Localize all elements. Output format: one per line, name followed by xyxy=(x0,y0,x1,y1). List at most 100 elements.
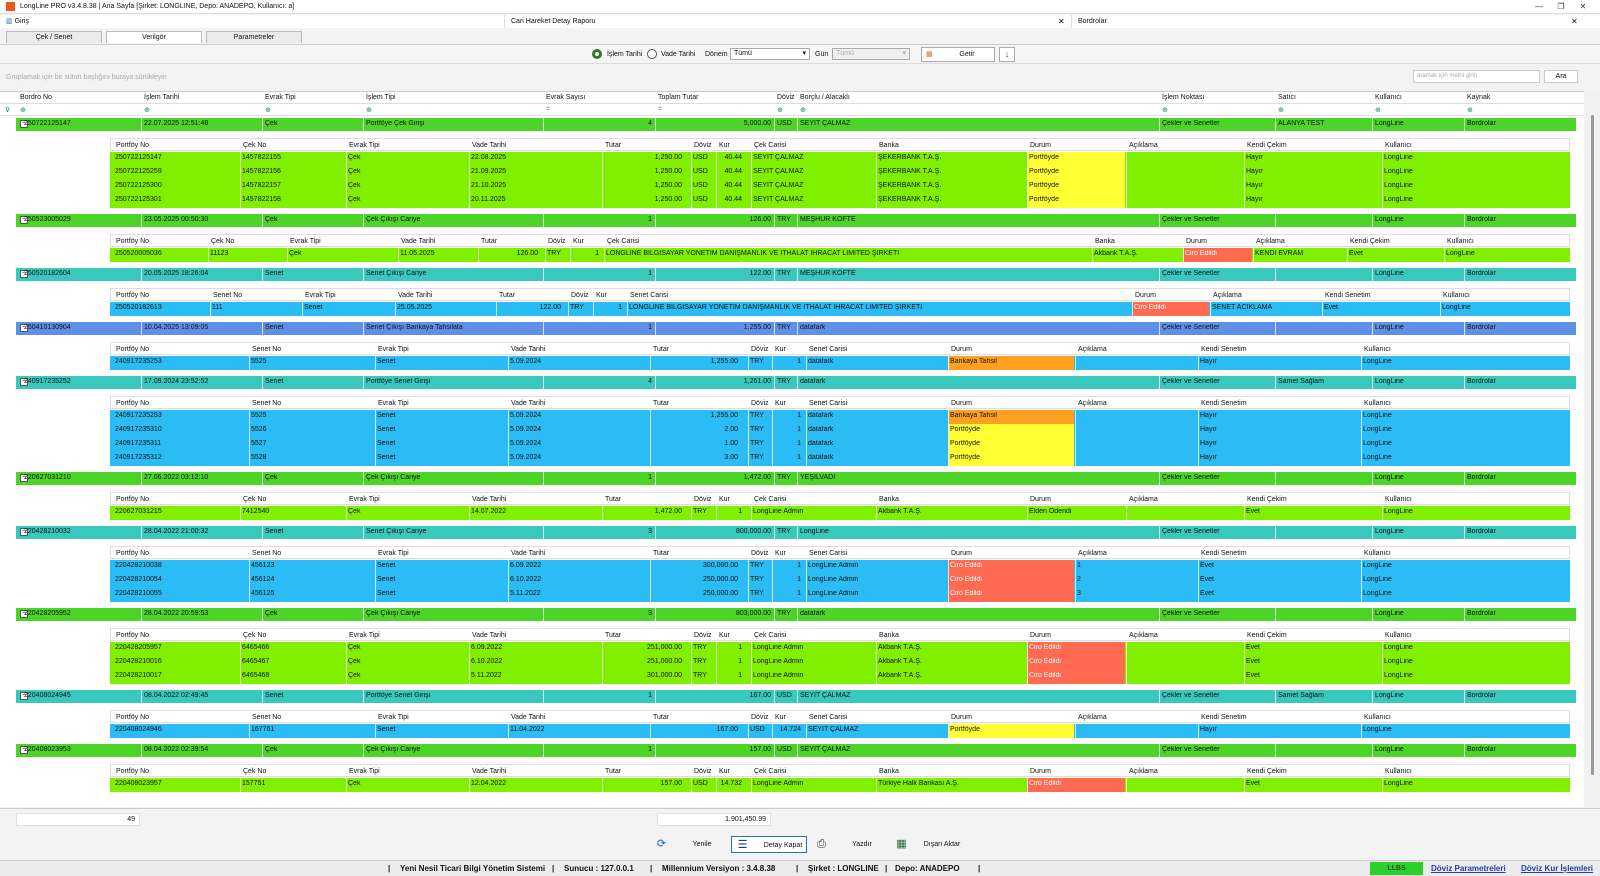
master-row[interactable]: −250523005029 23.05.2025 00:50:30 Çek Çek Ç… xyxy=(16,214,1576,227)
detail-row[interactable]: 250520005036 11123 Çek 11.05.2025 126.00 TRY 1… xyxy=(110,248,1570,262)
detail-cell: 1 xyxy=(797,426,801,433)
subtab-verilgor[interactable]: Verilgör xyxy=(106,31,202,43)
detail-row[interactable]: 240917235310 5526 Senet 5.09.2024 2.00 TRY 1 da… xyxy=(110,424,1570,438)
filter-cell-icon[interactable]: ⊕ xyxy=(777,106,783,114)
filter-cell-icon[interactable]: ⊕ xyxy=(1278,106,1284,114)
close-tab-icon[interactable]: ✕ xyxy=(1058,15,1065,28)
detail-column-header: Kur xyxy=(775,346,786,353)
detail-row[interactable]: 220627031215 7412540 Çek 14.07.2022 1,472.00… xyxy=(110,506,1570,520)
cell-divider xyxy=(876,506,877,520)
minimize-icon[interactable]: — xyxy=(1532,1,1546,13)
cell-divider xyxy=(797,214,798,227)
filter-icon[interactable]: ⊽ xyxy=(5,106,10,114)
detail-row[interactable]: 250722125259 1457822156 Çek 21.09.2025 1,250… xyxy=(110,166,1570,180)
cell-divider xyxy=(751,166,752,180)
column-header: İşlem Noktası xyxy=(1162,94,1205,101)
filter-cell-icon[interactable]: ⊕ xyxy=(1162,106,1168,114)
vertical-scrollbar[interactable] xyxy=(1584,91,1600,807)
detail-column-header: Tutar xyxy=(499,292,516,299)
filter-cell-icon[interactable]: ⊕ xyxy=(1375,106,1381,114)
tab-cari-hareket[interactable]: Cari Hareket Detay Raporu ✕ xyxy=(505,15,1072,28)
cell-divider xyxy=(141,376,142,389)
detail-cell: 6465466 xyxy=(242,644,270,651)
detail-row[interactable]: 220428210016 6465467 Çek 6.10.2022 251,000.0… xyxy=(110,656,1570,670)
cell-divider xyxy=(691,778,692,792)
tab-bordrolar[interactable]: Bordrolar ✕ xyxy=(1072,15,1600,28)
master-row[interactable]: −250520182604 20.05.2025 18:26:04 Senet Sen… xyxy=(16,268,1576,281)
detail-cell: 456123 xyxy=(251,562,275,569)
detail-row[interactable]: 240917235311 5527 Senet 5.09.2024 1.00 TRY 1 da… xyxy=(110,438,1570,452)
detail-row[interactable]: 220428210038 456123 Senet 6.09.2022 300,000.… xyxy=(110,560,1570,574)
cell-divider xyxy=(1372,268,1373,281)
islem-tarihi-radio[interactable] xyxy=(592,49,602,59)
filter-cell-icon[interactable]: ⊕ xyxy=(20,106,26,114)
detail-row[interactable]: 250520182613 111 Senet 25.05.2025 122.00 TRY 1… xyxy=(110,302,1570,316)
detay-kapat-button[interactable]: ☰ Detay Kapat xyxy=(731,836,807,853)
search-button[interactable]: Ara xyxy=(1544,70,1578,83)
master-cell: LongLine xyxy=(1375,324,1404,331)
detail-row[interactable]: 220428210055 456125 Senet 5.11.2022 250,000.… xyxy=(110,588,1570,602)
disari-aktar-button[interactable]: ▦ Dışarı Aktar xyxy=(891,836,967,853)
close-tab-icon[interactable]: ✕ xyxy=(1571,15,1578,28)
filter-cell-icon[interactable]: = xyxy=(546,106,550,113)
detail-cell: Ciro Edildi xyxy=(950,576,982,583)
cell-divider xyxy=(655,214,656,227)
subtab-parametreler[interactable]: Parametreler xyxy=(206,31,302,43)
cell-divider xyxy=(249,588,250,602)
detail-row[interactable]: 250722125300 1457822157 Çek 21.10.2025 1,250… xyxy=(110,180,1570,194)
filter-cell-icon[interactable]: ⊕ xyxy=(366,106,372,114)
detail-row[interactable]: 220428210017 6465468 Çek 5.11.2022 301,000.0… xyxy=(110,670,1570,684)
detail-row[interactable]: 240917235253 5525 Senet 5.09.2024 1,255.00 TR… xyxy=(110,356,1570,370)
detail-row[interactable]: 240917235253 5525 Senet 5.09.2024 1,255.00 TR… xyxy=(110,410,1570,424)
arrow-down-icon[interactable]: ↓ xyxy=(999,47,1015,62)
cell-divider xyxy=(774,690,775,703)
master-row[interactable]: −250722125147 22.07.2025 12:51:48 Çek Portf… xyxy=(16,118,1576,131)
detail-column-header: Portföy No xyxy=(116,714,150,721)
detail-row[interactable]: 220408024946 167761 Senet 11.04.2022 167.00 U… xyxy=(110,724,1570,738)
yazdir-button[interactable]: ⎙ Yazdır xyxy=(811,836,887,853)
doviz-kur-islemleri-link[interactable]: Döviz Kur İşlemleri xyxy=(1521,864,1593,873)
refresh-icon: ⟳ xyxy=(656,838,667,850)
detail-row[interactable]: 250722125147 1457822155 Çek 22.08.2025 1,250… xyxy=(110,152,1570,166)
master-row[interactable]: −220627031210 27.06.2022 03:12:10 Çek Çek Ç… xyxy=(16,472,1576,485)
gun-select[interactable]: Tümü ▾ xyxy=(832,48,910,60)
master-row[interactable]: −220408024945 08.04.2022 02:49:45 Senet Por… xyxy=(16,690,1576,703)
master-row[interactable]: −220408023953 08.04.2022 02:39:54 Çek Çek Ç… xyxy=(16,744,1576,757)
doviz-parametreleri-link[interactable]: Döviz Parametreleri xyxy=(1431,864,1506,873)
cell-divider xyxy=(1464,214,1465,227)
detail-cell: LongLine xyxy=(1384,168,1413,175)
master-row[interactable]: −220428205952 28.04.2022 20:59:53 Çek Çek Ç… xyxy=(16,608,1576,621)
filter-cell-icon[interactable]: ⊕ xyxy=(800,106,806,114)
detail-row[interactable]: 250722125301 1457822158 Çek 20.11.2025 1,250… xyxy=(110,194,1570,208)
close-window-icon[interactable]: ✕ xyxy=(1576,1,1590,13)
filter-cell-icon[interactable]: ⊕ xyxy=(1467,106,1473,114)
detail-cell: Hayır xyxy=(1200,426,1217,433)
master-cell: Senet xyxy=(265,692,284,699)
master-row[interactable]: −220428210032 28.04.2022 21:00:32 Senet Sen… xyxy=(16,526,1576,539)
detail-row[interactable]: 220428210054 456124 Senet 6.10.2022 250,000.… xyxy=(110,574,1570,588)
subtab-cek-senet[interactable]: Çek / Senet xyxy=(6,31,102,43)
search-input[interactable]: aramak için metni girin xyxy=(1413,70,1540,83)
filter-cell-icon[interactable]: ⊕ xyxy=(144,106,150,114)
cell-divider xyxy=(691,166,692,180)
cell-divider xyxy=(375,410,376,424)
detail-cell: Ciro Edildi xyxy=(1029,672,1061,679)
vade-tarihi-radio[interactable] xyxy=(647,49,657,59)
filter-cell-icon[interactable]: = xyxy=(658,106,662,113)
getir-button[interactable]: ▦ Getir xyxy=(921,47,995,62)
detail-column-header: Senet No xyxy=(252,714,282,721)
scroll-thumb[interactable] xyxy=(1591,115,1594,775)
detail-row[interactable]: 220408023957 157751 Çek 12.04.2022 157.00 USD… xyxy=(110,778,1570,792)
filter-cell-icon[interactable]: ⊕ xyxy=(265,106,271,114)
detail-row[interactable]: 220428205957 6465466 Çek 6.09.2022 251,000.0… xyxy=(110,642,1570,656)
tab-giris[interactable]: ▥ Giriş xyxy=(0,15,505,28)
donem-select[interactable]: Tümü ▾ xyxy=(730,48,810,60)
maximize-icon[interactable]: ❐ xyxy=(1554,1,1568,13)
yenile-button[interactable]: ⟳ Yenile xyxy=(651,836,727,853)
master-row[interactable]: −240917235252 17.09.2024 23:52:52 Senet Por… xyxy=(16,376,1576,389)
master-cell: 250520182604 xyxy=(24,270,71,277)
detail-column-header: Döviz xyxy=(571,292,589,299)
master-row[interactable]: −250410130904 10.04.2025 13:09:05 Senet Sen… xyxy=(16,322,1576,335)
detail-row[interactable]: 240917235312 5528 Senet 5.09.2024 3.00 TRY 1 da… xyxy=(110,452,1570,466)
detail-cell: 5525 xyxy=(251,412,267,419)
